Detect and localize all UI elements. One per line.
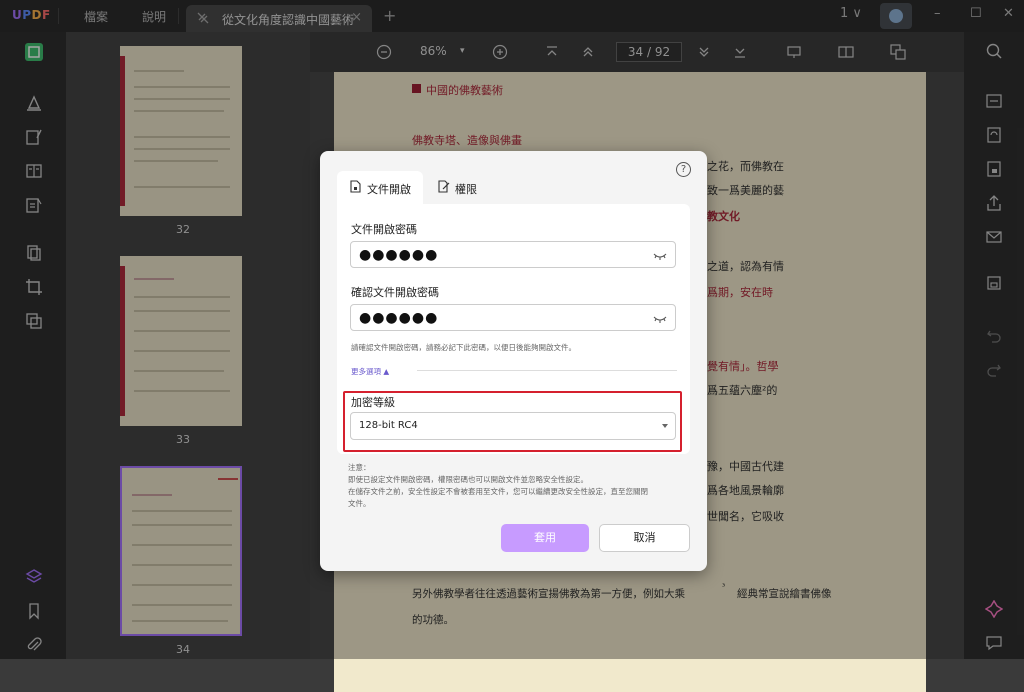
tab-label: 文件開啟 bbox=[367, 183, 411, 196]
open-password-input[interactable]: ●●●●●● bbox=[350, 241, 676, 268]
note-text: 即使已設定文件開啟密碼，權限密碼也可以開啟文件並忽略安全性設定。 bbox=[348, 475, 588, 484]
note-text: 在儲存文件之前，安全性設定不會被套用至文件，您可以繼續更改安全性設定，直至您關閉 bbox=[348, 487, 648, 496]
more-options-toggle[interactable]: 更多選項 ▲ bbox=[351, 366, 389, 377]
divider bbox=[417, 370, 677, 371]
highlight-box bbox=[343, 391, 682, 452]
hide-password-icon[interactable] bbox=[653, 251, 667, 261]
confirm-password-label: 確認文件開啟密碼 bbox=[351, 286, 439, 299]
apply-button[interactable]: 套用 bbox=[501, 524, 589, 552]
note-title: 注意： bbox=[348, 463, 371, 472]
tab-permissions[interactable]: 權限 bbox=[425, 171, 495, 204]
confirm-password-input[interactable]: ●●●●●● bbox=[350, 304, 676, 331]
cancel-button[interactable]: 取消 bbox=[599, 524, 690, 552]
open-password-label: 文件開啟密碼 bbox=[351, 223, 417, 236]
password-hint: 請確認文件開啟密碼，請務必記下此密碼，以便日後能夠開啟文件。 bbox=[351, 343, 576, 352]
help-icon[interactable]: ? bbox=[676, 162, 691, 177]
note-text: 文件。 bbox=[348, 499, 371, 508]
tab-open-password[interactable]: 文件開啟 bbox=[337, 171, 423, 204]
password-security-dialog: ? 文件開啟 權限 文件開啟密碼 ●●●●●● 確認文件開啟密碼 ●●●●●● … bbox=[320, 151, 707, 571]
lock-file-icon bbox=[350, 180, 361, 193]
tab-label: 權限 bbox=[455, 183, 477, 196]
edit-file-icon bbox=[438, 180, 450, 193]
hide-password-icon[interactable] bbox=[653, 314, 667, 324]
